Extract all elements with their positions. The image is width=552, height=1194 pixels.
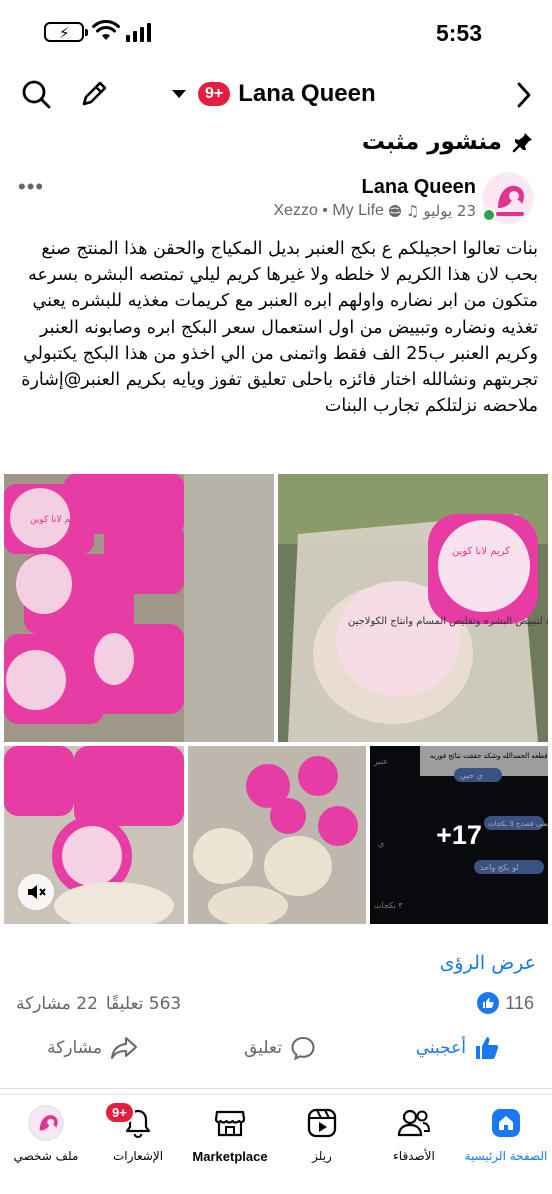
tab-reels-label: ريلز <box>312 1149 332 1163</box>
tab-marketplace[interactable]: Marketplace <box>184 1105 276 1164</box>
tab-profile-label: ملف شخصي <box>13 1149 79 1163</box>
thumbs-up-icon <box>476 1037 499 1059</box>
friends-icon <box>397 1109 431 1137</box>
globe-icon <box>388 205 401 217</box>
more-options-icon[interactable]: ••• <box>18 174 44 200</box>
chevron-right-icon[interactable] <box>516 82 532 108</box>
reels-icon <box>307 1108 337 1138</box>
view-insights-link[interactable]: عرض الرؤى <box>440 952 536 974</box>
tab-notifications-label: الإشعارات <box>112 1149 164 1163</box>
jar-label-text-2: كريم لانا كوين <box>452 546 510 557</box>
notifications-badge: 9+ <box>104 1101 135 1124</box>
page-switcher[interactable]: 9+ Lana Queen <box>172 78 376 110</box>
tab-reels[interactable]: ريلز <box>276 1105 368 1163</box>
speaker-muted-icon <box>28 885 46 899</box>
music-icon: ♫ <box>405 202 420 220</box>
pinned-post-header: منشور مثبت <box>362 122 534 162</box>
post-meta: 23 يوليو ♫ Xezzo • My Life <box>273 202 476 220</box>
page-name: Lana Queen <box>238 80 376 107</box>
edit-pencil-icon[interactable] <box>78 78 110 110</box>
signal-icon <box>126 22 151 42</box>
share-label: مشاركة <box>47 1038 102 1058</box>
comments-count[interactable]: 563 تعليقًا <box>106 994 181 1014</box>
image-soap-package[interactable]: كريم لانا كوين صابونه الرز والحليب لتبيي… <box>278 474 548 742</box>
post-author-name[interactable]: Lana Queen <box>362 176 476 199</box>
bottom-tab-bar: الصفحة الرئيسية الأصدقاء ريلز Marketplac… <box>0 1094 552 1194</box>
comment-button[interactable]: تعليق <box>244 1030 316 1066</box>
status-time: 5:53 <box>435 20 482 46</box>
reactions-summary[interactable]: 116 <box>477 992 534 1014</box>
tab-home[interactable]: الصفحة الرئيسية <box>460 1105 552 1163</box>
divider <box>0 1088 552 1089</box>
engagement-counts: 563 تعليقًا 22 مشاركة <box>16 994 181 1014</box>
like-button[interactable]: أعجبني <box>416 1030 500 1066</box>
tab-notifications[interactable]: 9+ الإشعارات <box>92 1101 184 1163</box>
home-icon <box>492 1109 520 1137</box>
caret-down-icon <box>172 90 186 98</box>
tab-friends-label: الأصدقاء <box>393 1149 435 1163</box>
more-images-overlay[interactable]: +17 <box>370 746 548 924</box>
image-cream-video[interactable] <box>4 746 184 924</box>
like-label: أعجبني <box>415 1038 466 1058</box>
likes-count: 116 <box>505 992 534 1013</box>
pin-icon <box>512 133 532 153</box>
notification-badge: 9+ <box>198 82 231 106</box>
search-icon[interactable] <box>20 78 52 110</box>
mute-button[interactable] <box>18 874 54 910</box>
share-button[interactable]: مشاركة <box>47 1030 138 1066</box>
tab-profile[interactable]: ملف شخصي <box>0 1105 92 1163</box>
marketplace-icon <box>214 1110 246 1137</box>
image-products-collage[interactable] <box>188 746 366 924</box>
status-bar: ⚡ 5:53 <box>0 0 552 64</box>
tab-home-label: الصفحة الرئيسية <box>464 1149 548 1163</box>
soap-label-text: صابونه الرز والحليب لتبييض البشره وتقليص… <box>348 616 548 627</box>
comment-label: تعليق <box>244 1038 282 1058</box>
page-header: 9+ Lana Queen <box>0 64 552 124</box>
tab-friends[interactable]: الأصدقاء <box>368 1105 460 1163</box>
image-chat-screenshot[interactable]: الي يحب بكج العنبر يرجع يطلب اكثر من قطع… <box>370 746 548 924</box>
wifi-icon <box>92 20 120 40</box>
share-icon <box>111 1037 137 1059</box>
online-status-dot <box>482 208 496 222</box>
jar-label-text: كريم لانا كوين <box>30 515 83 525</box>
tab-marketplace-label: Marketplace <box>192 1149 268 1164</box>
image-cream-jars-pink[interactable]: كريم لانا كوين <box>4 474 274 742</box>
shares-count[interactable]: 22 مشاركة <box>16 994 98 1014</box>
like-reaction-icon <box>477 992 500 1014</box>
post-body-text: بنات تعالوا احجيلكم ع بكج العنبر بديل ال… <box>21 239 538 417</box>
comment-icon <box>291 1036 315 1061</box>
pinned-label: منشور مثبت <box>361 129 502 155</box>
battery-icon: ⚡ <box>44 22 88 42</box>
post-date[interactable]: 23 يوليو <box>423 202 476 220</box>
post-source[interactable]: Xezzo • My Life <box>273 202 384 220</box>
profile-avatar <box>28 1105 64 1141</box>
